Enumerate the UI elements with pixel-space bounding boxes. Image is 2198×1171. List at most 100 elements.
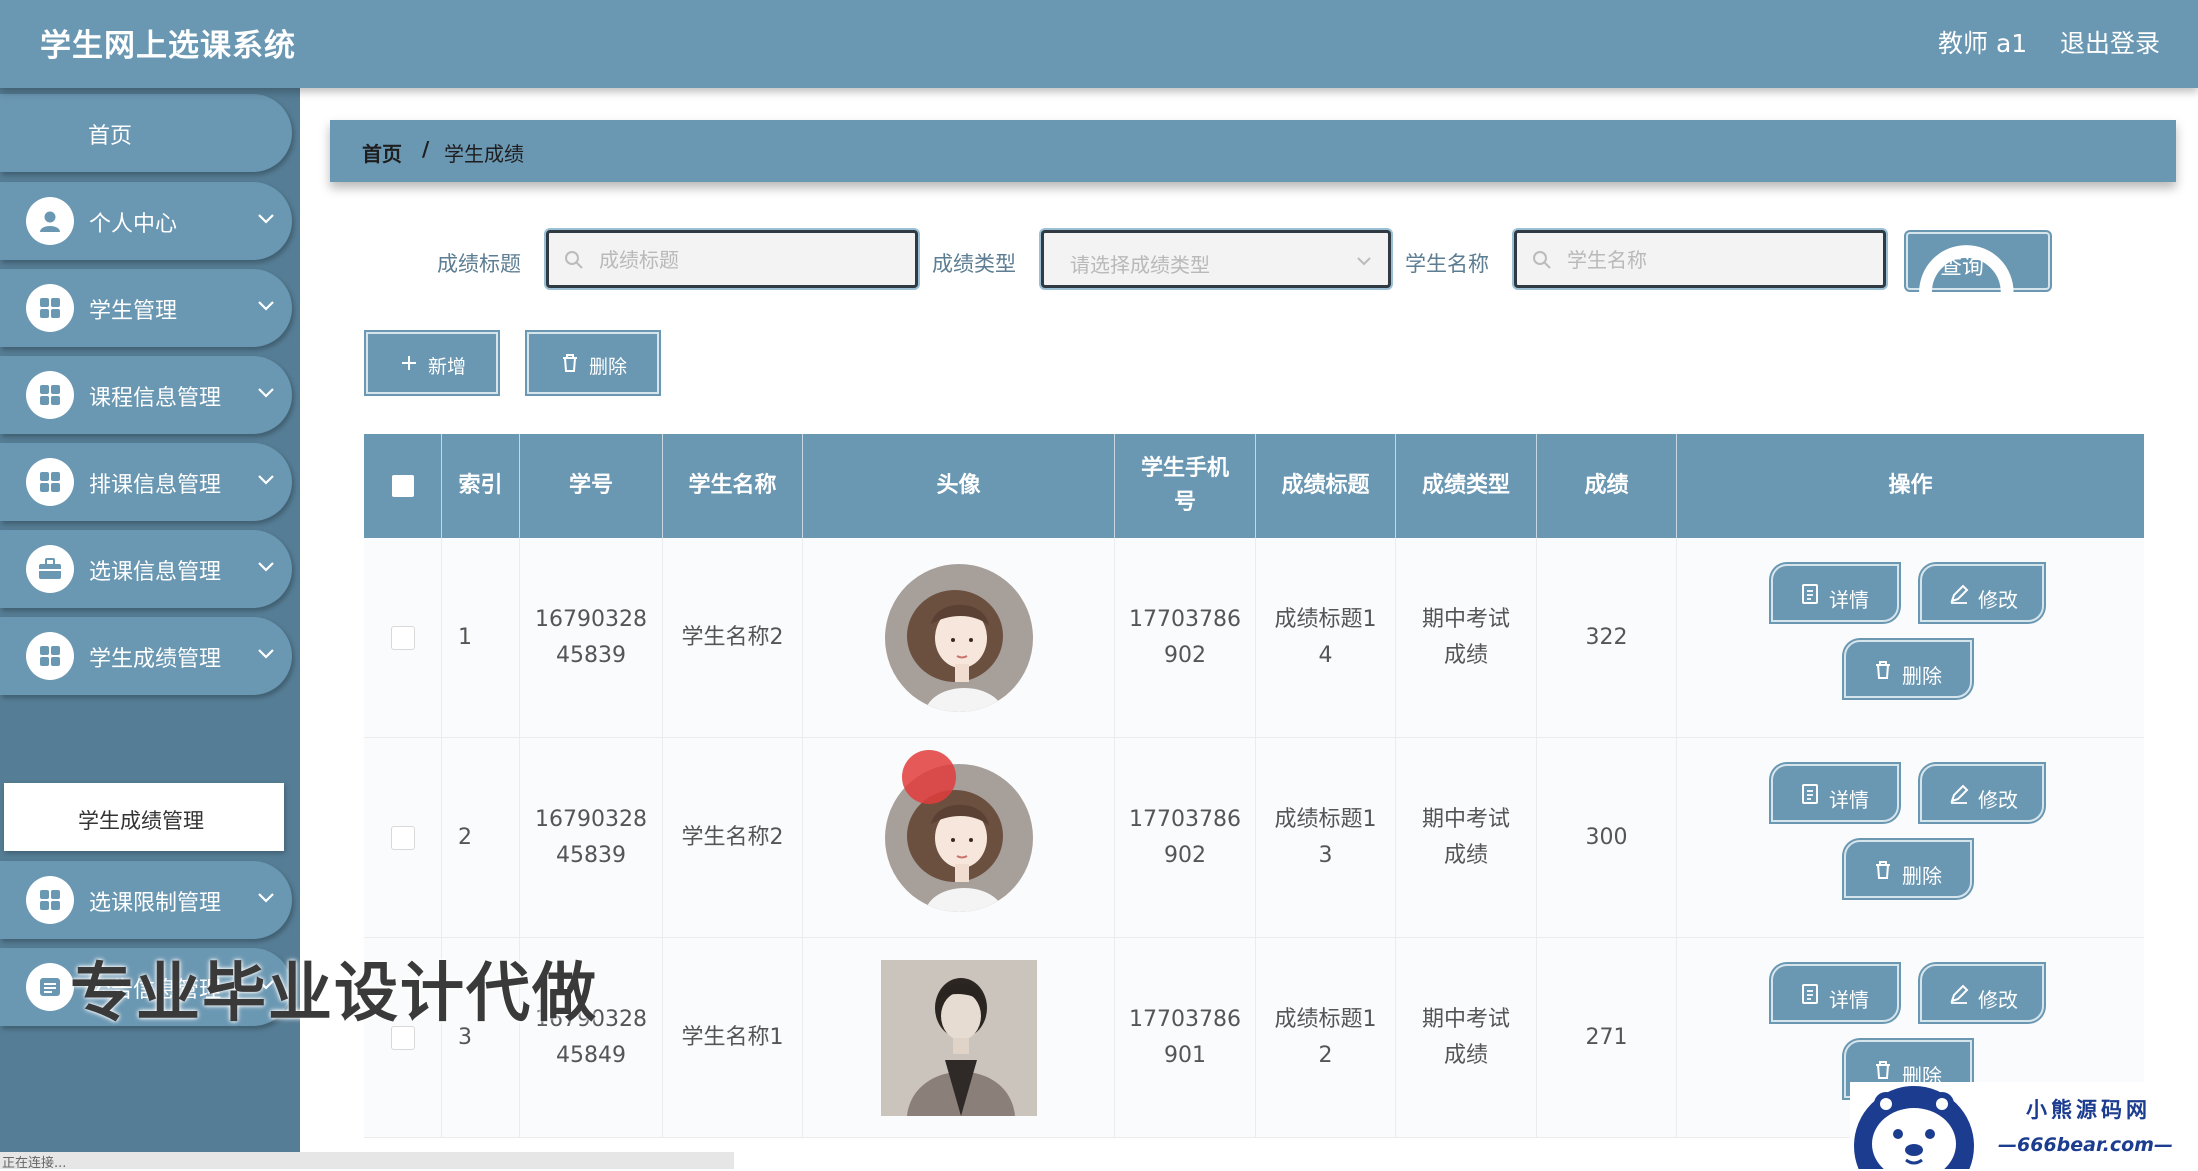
sidebar-item-course-info[interactable]: 课程信息管理 — [0, 356, 292, 434]
score-type-line: 成绩 — [1443, 642, 1488, 668]
grid-icon — [26, 876, 74, 924]
phone-cell: 17703786 901 — [1115, 938, 1256, 1137]
score-title-cell: 成绩标题1 2 — [1256, 938, 1396, 1137]
score-title-field[interactable] — [546, 230, 918, 288]
add-button[interactable]: 新增 — [366, 332, 498, 394]
breadcrumb-home[interactable]: 首页 — [362, 138, 402, 167]
operations-cell: 详情 修改 删除 — [1677, 538, 2144, 737]
list-icon — [26, 963, 74, 1011]
score-type-label: 成绩类型 — [932, 252, 1016, 276]
student-no-cell: 16790328 45839 — [520, 738, 663, 937]
score-title-line: 成绩标题1 — [1274, 1006, 1377, 1032]
score-type-cell: 期中考试 成绩 — [1396, 938, 1537, 1137]
breadcrumb-separator: / — [422, 137, 430, 161]
column-header: 索引 — [442, 434, 520, 538]
edit-button-label: 修改 — [1978, 588, 2018, 612]
phone-line: 17703786 — [1129, 1006, 1241, 1032]
male-photo — [880, 959, 1037, 1116]
query-button[interactable]: 查询 — [1906, 232, 2050, 362]
document-icon — [1802, 984, 1818, 1004]
search-icon — [565, 251, 583, 269]
edit-button[interactable]: 修改 — [1920, 564, 2044, 622]
edit-button-label: 修改 — [1978, 988, 2018, 1012]
operations-cell: 详情 修改 删除 — [1677, 738, 2144, 937]
score-cell: 271 — [1537, 938, 1677, 1137]
app-title: 学生网上选课系统 — [40, 28, 296, 64]
status-text: 正在连接... — [2, 1156, 67, 1171]
student-name-label: 学生名称 — [1405, 252, 1489, 276]
phone-line: 17703786 — [1129, 806, 1241, 832]
edit-button[interactable]: 修改 — [1920, 764, 2044, 822]
sidebar-item-selection-limit[interactable]: 选课限制管理 — [0, 861, 292, 939]
index-cell: 1 — [442, 538, 520, 737]
sidebar-item-label: 排课信息管理 — [89, 473, 222, 498]
submenu-item-label: 学生成绩管理 — [78, 809, 204, 833]
sidebar-item-selection-info[interactable]: 选课信息管理 — [0, 530, 292, 608]
checkbox[interactable] — [391, 475, 414, 497]
score-type-line: 成绩 — [1443, 842, 1488, 868]
score-title-line: 2 — [1318, 1042, 1333, 1068]
student-no-cell: 16790328 45839 — [520, 538, 663, 737]
add-button-label: 新增 — [428, 356, 467, 378]
pencil-icon — [1950, 984, 1969, 1004]
sidebar-item-score-management[interactable]: 学生成绩管理 — [0, 617, 292, 695]
edit-button-label: 修改 — [1978, 788, 2018, 812]
student-name-input[interactable] — [1565, 245, 1826, 277]
student-name-cell: 学生名称1 — [663, 938, 803, 1137]
bear-logo-icon — [1854, 1086, 1974, 1169]
score-type-line: 期中考试 — [1421, 1006, 1510, 1032]
document-icon — [1802, 784, 1818, 804]
column-header: 操作 — [1888, 473, 1933, 498]
submenu-item-score-management[interactable]: 学生成绩管理 — [4, 783, 284, 851]
grid-icon — [26, 632, 74, 680]
phone-line: 902 — [1164, 842, 1206, 868]
sidebar-item-label: 个人中心 — [89, 212, 178, 237]
sidebar-item-label: 选课信息管理 — [89, 560, 222, 585]
avatar-cell — [803, 538, 1115, 737]
batch-delete-button[interactable]: 删除 — [527, 332, 659, 394]
sidebar-item-label: 学生成绩管理 — [89, 647, 222, 672]
detail-button[interactable]: 详情 — [1771, 564, 1899, 622]
student-no-line: 45849 — [556, 1042, 626, 1068]
header-select-all[interactable] — [364, 434, 442, 538]
score-type-line: 成绩 — [1443, 1042, 1488, 1068]
detail-button[interactable]: 详情 — [1771, 964, 1899, 1022]
student-name-cell: 学生名称2 — [663, 538, 803, 737]
trash-icon — [1876, 861, 1890, 879]
phone-line: 901 — [1164, 1042, 1206, 1068]
row-delete-button[interactable]: 删除 — [1844, 840, 1972, 898]
chevron-down-icon — [258, 301, 274, 311]
score-type-line: 期中考试 — [1421, 806, 1510, 832]
index-cell: 2 — [442, 738, 520, 937]
score-title-input[interactable] — [597, 245, 858, 277]
edit-button[interactable]: 修改 — [1920, 964, 2044, 1022]
sidebar-item-personal-center[interactable]: 个人中心 — [0, 182, 292, 260]
score-title-cell: 成绩标题1 4 — [1256, 538, 1396, 737]
column-header: 学生名称 — [663, 434, 803, 538]
detail-button-label: 详情 — [1829, 788, 1869, 812]
student-no-line: 16790328 — [535, 806, 647, 832]
student-name-field[interactable] — [1514, 230, 1886, 288]
chevron-down-icon — [258, 214, 274, 224]
grid-icon — [26, 284, 74, 332]
sidebar-item-student-management[interactable]: 学生管理 — [0, 269, 292, 347]
row-delete-button[interactable]: 删除 — [1844, 640, 1972, 698]
detail-button[interactable]: 详情 — [1771, 764, 1899, 822]
score-type-select[interactable]: 请选择成绩类型 — [1041, 230, 1391, 288]
sidebar-item-home[interactable]: 首页 — [0, 94, 292, 172]
breadcrumb-current: 学生成绩 — [444, 142, 524, 166]
delete-button-label: 删除 — [1902, 664, 1942, 688]
phone-cell: 17703786 902 — [1115, 538, 1256, 737]
trash-icon — [1876, 661, 1890, 679]
chevron-down-icon — [258, 562, 274, 572]
checkbox[interactable] — [390, 825, 415, 850]
chevron-down-icon — [258, 475, 274, 485]
sidebar-item-schedule-info[interactable]: 排课信息管理 — [0, 443, 292, 521]
site-logo: 小熊源码网 —666bear.com— — [1850, 1082, 2198, 1169]
detail-button-label: 详情 — [1829, 588, 1869, 612]
avatar-cell — [803, 938, 1115, 1137]
checkbox[interactable] — [390, 625, 415, 650]
query-button-label: 查询 — [1940, 255, 1985, 280]
logout-link[interactable]: 退出登录 — [2060, 24, 2160, 60]
phone-line: 902 — [1164, 642, 1206, 668]
